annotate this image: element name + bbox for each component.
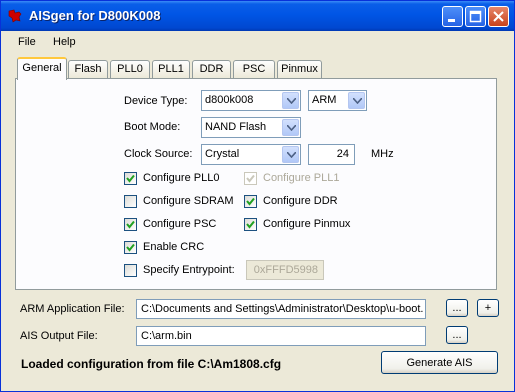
clock-source-value: Crystal (205, 148, 240, 160)
checkmark-icon (126, 243, 135, 252)
enable-crc-checkbox[interactable]: Enable CRC (124, 241, 244, 255)
arm-app-file-value: C:\Documents and Settings\Administrator\… (141, 303, 423, 315)
menu-bar: File Help (1, 31, 514, 53)
configure-ddr-checkbox[interactable]: Configure DDR (244, 195, 364, 209)
close-button[interactable] (488, 6, 509, 27)
status-text: Loaded configuration from file C:\Am1808… (21, 357, 282, 371)
tab-ddr[interactable]: DDR (192, 60, 231, 78)
clock-source-label: Clock Source: (124, 148, 193, 160)
menu-file[interactable]: File (18, 36, 36, 48)
tab-general[interactable]: General (17, 57, 67, 80)
browse-arm-app-button[interactable]: ... (446, 299, 468, 317)
clock-source-select[interactable]: Crystal (201, 144, 301, 165)
maximize-icon (469, 10, 482, 23)
checkbox-box[interactable] (244, 218, 257, 231)
configure-pinmux-checkbox[interactable]: Configure Pinmux (244, 218, 364, 232)
ais-output-file-value: C:\arm.bin (141, 330, 192, 342)
tab-flash[interactable]: Flash (68, 60, 108, 78)
main-window: AISgen for D800K008 File Help General Fl… (0, 0, 515, 392)
checkmark-icon (246, 174, 255, 183)
tab-strip: General Flash PLL0 PLL1 DDR PSC Pinmux (15, 57, 495, 80)
configure-ddr-label: Configure DDR (263, 195, 338, 207)
tab-pll1[interactable]: PLL1 (152, 60, 190, 78)
tab-psc[interactable]: PSC (233, 60, 275, 78)
general-panel: Device Type: d800k008 ARM Boot Mode: NAN… (15, 78, 497, 290)
boot-mode-select[interactable]: NAND Flash (201, 117, 301, 138)
checkmark-icon (126, 220, 135, 229)
browse-ais-output-button[interactable]: ... (446, 326, 468, 344)
browse-label: ... (452, 329, 462, 341)
boot-mode-label: Boot Mode: (124, 121, 181, 133)
window-title: AISgen for D800K008 (29, 8, 161, 23)
configure-pll1-label: Configure PLL1 (263, 172, 340, 184)
add-label: + (484, 302, 492, 314)
device-type-value: d800k008 (205, 94, 254, 106)
clock-mhz-input[interactable]: 24 (308, 144, 355, 165)
clock-mhz-value: 24 (336, 148, 349, 160)
dropdown-arrow-icon[interactable] (282, 119, 299, 136)
specify-entrypoint-label: Specify Entrypoint: (143, 264, 235, 276)
add-file-button[interactable]: + (477, 299, 499, 317)
configure-pinmux-label: Configure Pinmux (263, 218, 351, 230)
tab-pll0[interactable]: PLL0 (110, 60, 150, 78)
maximize-button[interactable] (465, 6, 486, 27)
generate-ais-button[interactable]: Generate AIS (381, 351, 498, 374)
checkmark-icon (246, 220, 255, 229)
checkmark-icon (246, 197, 255, 206)
dropdown-arrow-icon[interactable] (282, 92, 299, 109)
checkbox-box[interactable] (124, 264, 137, 277)
minimize-icon (448, 19, 455, 22)
configure-sdram-label: Configure SDRAM (143, 195, 234, 207)
title-bar[interactable]: AISgen for D800K008 (1, 1, 514, 31)
checkbox-box[interactable] (124, 195, 137, 208)
dropdown-arrow-icon[interactable] (282, 146, 299, 163)
ais-output-file-label: AIS Output File: (20, 330, 98, 342)
entrypoint-input: 0xFFFD5998 (246, 260, 324, 280)
clock-unit-label: MHz (371, 148, 394, 160)
ti-logo-icon (7, 8, 23, 24)
arm-app-file-label: ARM Application File: (20, 303, 125, 315)
core-select[interactable]: ARM (308, 90, 367, 111)
checkbox-box[interactable] (244, 195, 257, 208)
checkbox-box[interactable] (124, 218, 137, 231)
configure-pll1-checkbox: Configure PLL1 (244, 172, 364, 186)
configure-pll0-checkbox[interactable]: Configure PLL0 (124, 172, 244, 186)
configure-psc-checkbox[interactable]: Configure PSC (124, 218, 244, 232)
dropdown-arrow-icon[interactable] (348, 92, 365, 109)
core-value: ARM (312, 94, 337, 106)
ais-output-file-input[interactable]: C:\arm.bin (136, 326, 426, 346)
checkbox-box[interactable] (124, 172, 137, 185)
specify-entrypoint-checkbox[interactable]: Specify Entrypoint: (124, 264, 244, 278)
boot-mode-value: NAND Flash (205, 121, 267, 133)
enable-crc-label: Enable CRC (143, 241, 205, 253)
checkmark-icon (126, 174, 135, 183)
browse-label: ... (452, 302, 462, 314)
checkbox-box[interactable] (124, 241, 137, 254)
configure-psc-label: Configure PSC (143, 218, 217, 230)
minimize-button[interactable] (442, 6, 463, 27)
arm-app-file-input[interactable]: C:\Documents and Settings\Administrator\… (136, 299, 426, 319)
device-type-select[interactable]: d800k008 (201, 90, 301, 111)
configure-sdram-checkbox[interactable]: Configure SDRAM (124, 195, 244, 209)
menu-help[interactable]: Help (53, 36, 76, 48)
generate-ais-label: Generate AIS (406, 356, 473, 369)
checkbox-box (244, 172, 257, 185)
configure-pll0-label: Configure PLL0 (143, 172, 220, 184)
tab-pinmux[interactable]: Pinmux (277, 60, 322, 78)
device-type-label: Device Type: (124, 95, 188, 107)
close-icon (493, 11, 504, 22)
entrypoint-value: 0xFFFD5998 (253, 264, 318, 276)
